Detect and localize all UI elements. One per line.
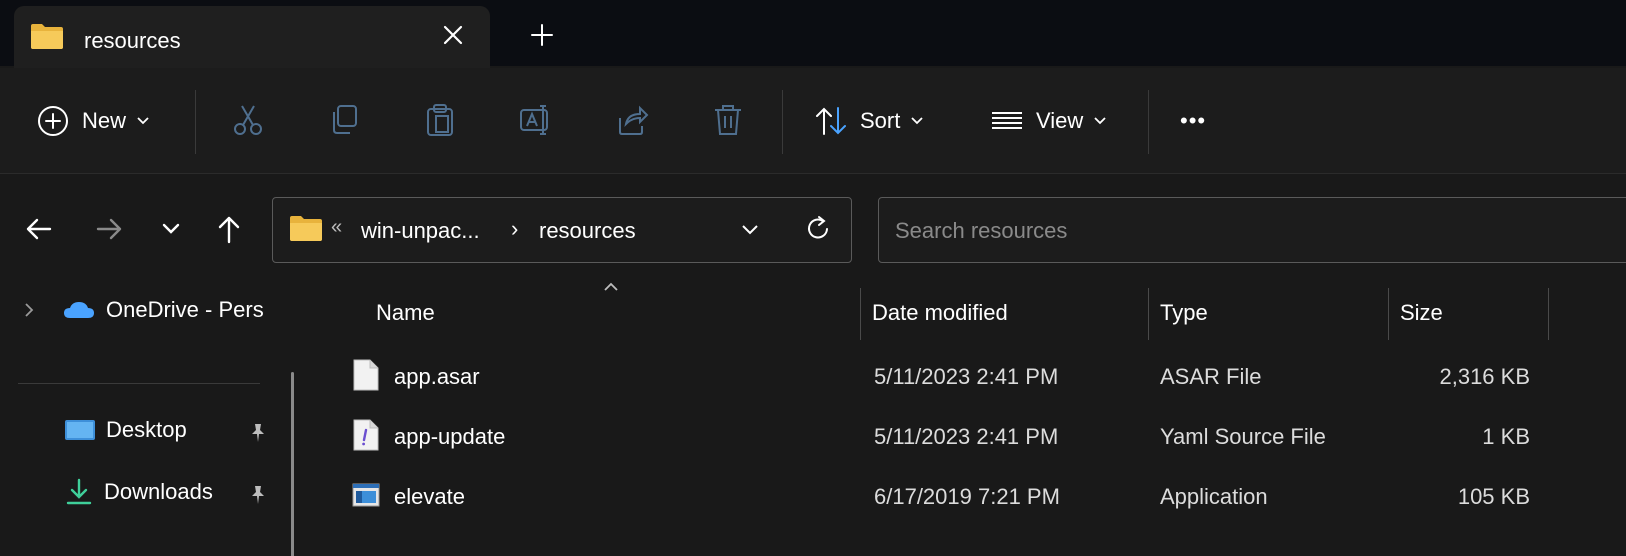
file-name: app-update [394,424,506,449]
file-name: elevate [394,484,465,509]
breadcrumb-resources[interactable]: resources [539,218,636,244]
sort-icon [816,107,846,135]
file-row[interactable]: app-update 5/11/2023 2:41 PM Yaml Source… [312,406,1626,466]
more-icon: ••• [1180,108,1207,133]
column-header-name[interactable]: Name [376,300,435,326]
onedrive-cloud-icon [64,302,94,318]
column-separator[interactable] [860,288,861,340]
column-separator[interactable] [1548,288,1549,340]
cut-icon[interactable] [230,102,266,138]
delete-icon[interactable] [710,102,746,138]
toolbar-divider [195,90,196,154]
file-type: ASAR File [1160,364,1262,389]
folder-icon [290,216,322,241]
nav-item-onedrive[interactable]: OneDrive - Pers [22,290,272,330]
title-bar: resources [0,0,1626,68]
tab-resources[interactable]: resources [14,6,490,68]
chevron-down-icon [911,117,923,125]
chevron-down-icon [1094,117,1106,125]
address-row: « win-unpac... › resources Search resour… [0,176,1626,272]
file-type: Yaml Source File [1160,424,1326,449]
column-separator[interactable] [1388,288,1389,340]
recent-locations-chevron-icon[interactable] [154,212,188,246]
rename-icon[interactable] [518,102,554,138]
paste-icon[interactable] [422,102,458,138]
document-icon [353,359,379,391]
view-list-icon [992,112,1022,129]
file-size: 105 KB [1457,484,1530,509]
add-circle-icon [38,106,68,136]
address-bar[interactable]: « win-unpac... › resources [272,197,852,263]
toolbar-divider [1148,90,1149,154]
close-icon[interactable] [438,20,468,50]
breadcrumb-win-unpacked[interactable]: win-unpac... [361,218,480,244]
new-button[interactable]: New [36,98,150,144]
nav-label-onedrive: OneDrive - Pers [106,297,264,322]
file-list: Name Date modified Type Size app.asar 5/… [312,272,1626,556]
search-input[interactable]: Search resources [895,218,1067,244]
nav-item-downloads[interactable]: Downloads [64,472,213,512]
yaml-file-icon [353,419,379,451]
command-bar: New Sort View ••• [0,68,1626,174]
file-name: app.asar [394,364,480,389]
copy-icon[interactable] [326,102,362,138]
file-row[interactable]: elevate 6/17/2019 7:21 PM Application 10… [312,466,1626,526]
address-dropdown-chevron-icon[interactable] [739,222,761,238]
file-type: Application [1160,484,1268,509]
nav-label-downloads: Downloads [104,479,213,504]
file-size: 2,316 KB [1439,364,1530,389]
file-date: 5/11/2023 2:41 PM [874,364,1059,389]
column-separator[interactable] [1148,288,1149,340]
pin-icon[interactable] [246,483,270,507]
nav-label-desktop: Desktop [106,417,187,442]
navpane-scrollbar[interactable] [291,372,294,556]
more-options-button[interactable]: ••• [1180,98,1206,144]
file-row[interactable]: app.asar 5/11/2023 2:41 PM ASAR File 2,3… [312,346,1626,406]
view-label: View [1036,108,1084,133]
navigation-pane: OneDrive - Pers Desktop Downloads [0,272,310,556]
nav-divider [18,383,260,384]
share-icon[interactable] [614,102,650,138]
forward-arrow-icon[interactable] [92,212,126,246]
folder-icon [31,24,63,49]
chevron-down-icon [137,117,149,125]
toolbar-divider [782,90,783,154]
new-tab-plus-icon[interactable] [527,20,557,50]
tab-title: resources [84,28,181,53]
pin-icon[interactable] [246,421,270,445]
column-header-type[interactable]: Type [1160,300,1208,326]
new-label: New [82,108,127,133]
desktop-icon [65,420,95,440]
sort-ascending-chevron-icon [604,282,618,291]
view-button[interactable]: View [990,98,1107,144]
expand-chevron-icon[interactable] [22,300,36,320]
back-arrow-icon[interactable] [22,212,56,246]
file-date: 6/17/2019 7:21 PM [874,484,1060,509]
column-header-date-modified[interactable]: Date modified [872,300,1008,326]
hidden-path-chevrons[interactable]: « [331,216,342,239]
download-arrow-icon [66,478,92,505]
column-header-size[interactable]: Size [1400,300,1443,326]
file-size: 1 KB [1482,424,1530,449]
refresh-icon[interactable] [803,214,833,244]
up-arrow-icon[interactable] [212,212,246,246]
sort-button[interactable]: Sort [814,98,924,144]
application-icon [352,483,380,507]
sort-label: Sort [860,108,901,133]
nav-item-desktop[interactable]: Desktop [64,410,187,450]
search-box[interactable]: Search resources [878,197,1626,263]
breadcrumb-separator[interactable]: › [511,216,518,242]
file-date: 5/11/2023 2:41 PM [874,424,1059,449]
